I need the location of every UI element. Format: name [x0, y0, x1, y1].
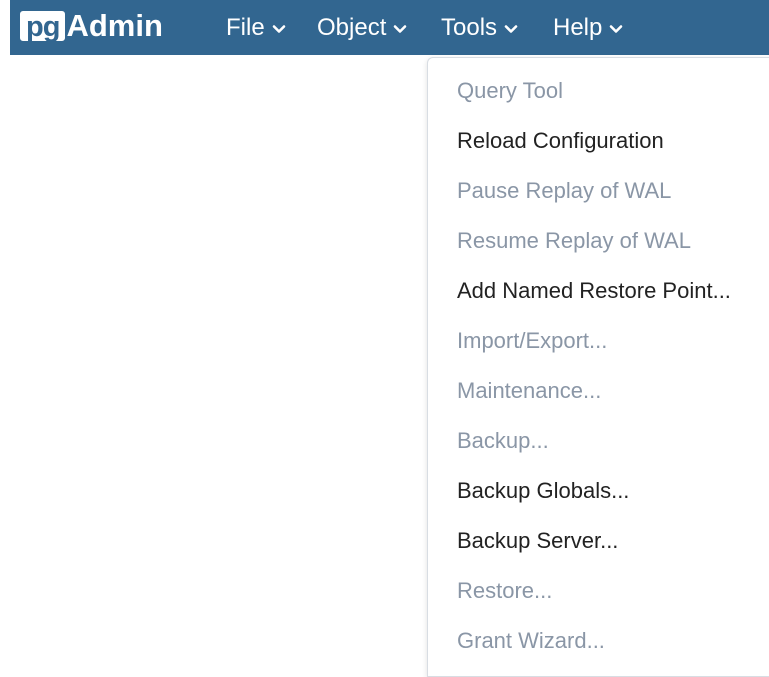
logo-admin-text: Admin	[66, 8, 163, 43]
menu-item-backup-globals[interactable]: Backup Globals...	[457, 466, 629, 516]
menu-help-label: Help	[553, 13, 603, 41]
menu-item-backup-server[interactable]: Backup Server...	[457, 516, 618, 566]
pgadmin-logo[interactable]: pg Admin	[20, 8, 163, 43]
menu-tools[interactable]: Tools	[441, 0, 519, 55]
menu-help[interactable]: Help	[553, 0, 624, 55]
menu-item-backup[interactable]: Backup...	[457, 416, 549, 466]
top-navbar: pg Admin File Object Tools Help	[10, 0, 769, 55]
menu-item-grant-wizard[interactable]: Grant Wizard...	[457, 616, 605, 666]
menu-item-add-named-restore-point[interactable]: Add Named Restore Point...	[457, 266, 731, 316]
menu-object[interactable]: Object	[317, 0, 408, 55]
menu-item-query-tool[interactable]: Query Tool	[457, 66, 563, 116]
menu-file-label: File	[226, 13, 265, 41]
menu-item-pause-replay-wal[interactable]: Pause Replay of WAL	[457, 166, 671, 216]
menu-object-label: Object	[317, 13, 387, 41]
menu-tools-label: Tools	[441, 13, 498, 41]
menu-item-resume-replay-wal[interactable]: Resume Replay of WAL	[457, 216, 691, 266]
menu-file[interactable]: File	[226, 0, 287, 55]
chevron-down-icon	[394, 24, 407, 33]
menu-item-reload-configuration[interactable]: Reload Configuration	[457, 116, 664, 166]
tools-dropdown-menu: Query Tool Reload Configuration Pause Re…	[427, 57, 769, 677]
logo-pg-mark: pg	[20, 11, 66, 42]
menu-item-import-export[interactable]: Import/Export...	[457, 316, 607, 366]
chevron-down-icon	[272, 24, 285, 33]
menu-item-restore[interactable]: Restore...	[457, 566, 552, 616]
chevron-down-icon	[504, 24, 518, 33]
menu-item-maintenance[interactable]: Maintenance...	[457, 366, 601, 416]
chevron-down-icon	[610, 24, 623, 33]
